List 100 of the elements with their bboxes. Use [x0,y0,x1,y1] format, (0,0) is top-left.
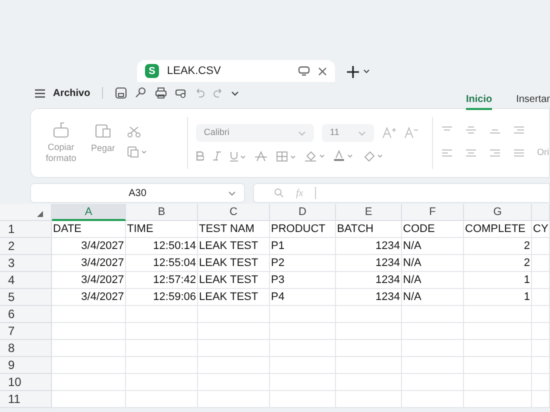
table-cell [464,340,532,357]
fill-color-icon[interactable] [304,150,325,162]
clipboard-icon[interactable] [94,122,112,138]
table-cell: 1234 [376,274,400,286]
scissors-icon[interactable] [127,126,142,138]
table-cell: 3/4/2027 [81,290,124,304]
table-cell: N/A [403,256,422,270]
table-cell: 1 [524,290,530,304]
table-cell [198,340,270,357]
borders-icon[interactable] [276,150,296,162]
column-header[interactable]: F [402,204,464,221]
table-cell [464,357,532,374]
ribbon-tab[interactable]: Insertar [516,92,550,110]
table-cell [402,323,464,340]
underline-icon[interactable] [230,150,246,162]
row-header[interactable]: 3 [8,256,15,270]
chevron-down-icon[interactable] [363,69,370,74]
table-cell [270,374,336,391]
row-header[interactable]: 2 [8,239,15,253]
strikethrough-icon[interactable] [254,150,267,162]
table-cell: CODE [403,222,435,236]
justify-icon[interactable] [513,149,525,157]
bold-icon[interactable] [196,151,204,161]
name-box[interactable]: A30 [30,183,245,203]
row-header[interactable]: 8 [8,341,15,355]
monitor-icon[interactable] [298,66,310,76]
table-cell [126,391,198,408]
column-header[interactable]: B [126,204,198,221]
table-cell [336,340,402,357]
column-header[interactable]: C [198,204,270,221]
menu-label[interactable]: Archivo [53,86,90,100]
table-cell: 1 [524,274,530,286]
row-header[interactable]: 1 [8,222,15,236]
table-cell [198,323,270,340]
table-cell: LEAK TEST [199,290,258,304]
table-cell [336,374,402,391]
copy-icon[interactable] [127,146,148,158]
chevron-down-icon[interactable] [231,90,240,96]
print-preview-icon[interactable] [175,87,188,99]
print-icon[interactable] [155,87,168,99]
table-cell [532,391,550,408]
row-header[interactable]: 11 [8,392,20,406]
table-cell [532,357,550,374]
column-header[interactable]: D [270,204,336,221]
table-cell [270,391,336,408]
table-cell: N/A [403,274,422,286]
table-cell [402,340,464,357]
table-cell [336,323,402,340]
table-cell: 12:55:04 [153,256,196,270]
table-cell [464,374,532,391]
table-cell: PRODUCT [271,222,326,236]
table-cell [198,374,270,391]
column-header[interactable]: A [52,204,126,221]
increase-font-icon[interactable] [382,127,396,139]
select-all-icon[interactable] [37,211,43,217]
align-right-icon[interactable] [489,149,501,157]
italic-icon[interactable] [212,151,221,161]
table-cell: N/A [403,240,422,252]
table-cell [126,323,198,340]
redo-icon[interactable] [213,88,224,98]
row-header[interactable]: 9 [8,358,15,372]
align-middle-icon[interactable] [465,126,477,134]
undo-icon[interactable] [195,88,206,98]
row-header[interactable]: 4 [8,273,15,287]
column-header[interactable] [532,204,550,221]
zoom-icon[interactable] [274,188,284,198]
table-cell: 1234 [376,256,400,270]
table-cell: LEAK TEST [199,240,258,252]
decrease-font-icon[interactable] [404,127,418,139]
table-cell: 1234 [376,290,400,304]
column-header[interactable]: G [464,204,532,221]
table-cell: 12:50:14 [153,240,196,252]
save-icon[interactable] [115,87,128,99]
table-cell: DATE [53,222,82,236]
indent-icon[interactable] [513,126,525,134]
close-icon[interactable] [318,66,327,76]
menu-icon[interactable] [35,88,45,98]
row-header[interactable]: 5 [8,290,15,304]
file-tab[interactable]: S LEAK.CSV [137,60,335,82]
table-cell [270,340,336,357]
align-center-icon[interactable] [465,149,477,157]
table-cell: COMPLETE [465,222,526,236]
table-cell: 12:57:42 [153,274,196,286]
table-cell [402,357,464,374]
table-cell [464,391,532,408]
row-header[interactable]: 6 [8,307,15,321]
row-header[interactable]: 7 [8,324,15,338]
font-color-icon[interactable] [334,150,354,162]
align-left-icon[interactable] [441,149,453,157]
table-cell: 1234 [376,240,400,252]
table-cell: 12:59:06 [153,290,196,304]
table-cell: N/A [403,290,422,304]
table-cell: P2 [271,256,284,270]
column-header[interactable]: E [336,204,402,221]
table-cell: CY [533,222,548,236]
table-cell: 3/4/2027 [81,240,124,252]
table-cell [532,306,550,323]
table-cell: P4 [271,290,284,304]
table-cell [126,340,198,357]
add-tab-icon[interactable] [347,66,359,78]
